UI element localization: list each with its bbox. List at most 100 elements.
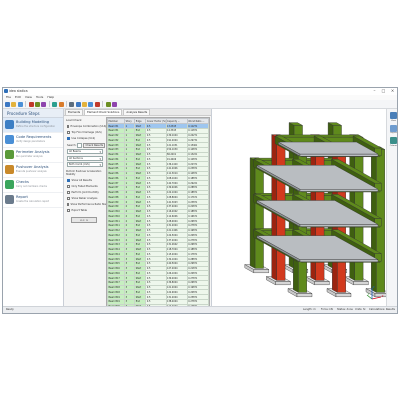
3d-viewport[interactable]: X YZ xyxy=(212,109,391,309)
view-3d-icon[interactable] xyxy=(390,112,397,119)
minimize-icon[interactable]: – xyxy=(372,89,377,93)
axis-label: Y xyxy=(368,292,370,296)
checkbox-label: Show Rebar Analysis xyxy=(71,196,98,200)
option-checkbox[interactable]: Use Collapse (ULS) xyxy=(67,135,105,141)
axis-line xyxy=(371,296,382,300)
checkbox-icon[interactable] xyxy=(67,190,70,194)
step-icon xyxy=(5,165,14,174)
procedure-step[interactable]: Code Requirements Verify design parameter… xyxy=(3,133,63,148)
options-panel: Load Check Envelope Combination (ULS) Top… xyxy=(65,117,109,313)
close-icon[interactable]: × xyxy=(390,89,395,93)
step-title: Checks xyxy=(16,180,29,184)
footing[interactable] xyxy=(253,269,269,274)
slab[interactable] xyxy=(299,224,379,227)
report-icon[interactable] xyxy=(94,101,100,107)
open-icon[interactable] xyxy=(11,101,17,107)
checkbox-icon[interactable] xyxy=(67,208,70,212)
procedure-step[interactable]: Report Create the calculation report xyxy=(3,193,63,208)
redo-icon[interactable] xyxy=(58,101,64,107)
maximize-icon[interactable]: □ xyxy=(381,89,386,93)
column[interactable] xyxy=(254,160,264,269)
search-label: Search: xyxy=(67,143,77,147)
search-input[interactable] xyxy=(77,142,83,148)
loads-icon[interactable] xyxy=(75,101,81,107)
status-bar: Ready Length: m Force: kN Status: done U… xyxy=(3,306,397,313)
axis-label: X xyxy=(382,294,384,298)
step-title: Report xyxy=(16,195,28,199)
slab[interactable] xyxy=(299,189,379,192)
checkbox-label: Only Failed Elements xyxy=(71,184,98,188)
slab[interactable] xyxy=(299,153,379,157)
window-controls: – □ × xyxy=(372,89,395,93)
results-icon[interactable] xyxy=(88,101,94,107)
step-subtitle: Execute pushover analysis xyxy=(16,170,47,173)
checkbox-icon[interactable] xyxy=(67,136,70,140)
status-units: Units: SI xyxy=(355,308,366,312)
footing[interactable] xyxy=(353,281,369,286)
procedure-step[interactable]: Checks Carry out members checks xyxy=(3,178,63,193)
tab-analysis-results[interactable]: Analysis Results xyxy=(123,109,151,115)
checkbox-label: Export Table xyxy=(71,208,87,212)
combination-select[interactable]: Both Comb (ULS) xyxy=(67,162,103,167)
step-icon xyxy=(5,120,14,129)
procedure-step[interactable]: Building Modelling Define the structure c… xyxy=(3,118,63,133)
right-tool-label: Layers xyxy=(390,132,397,134)
footing[interactable] xyxy=(275,281,291,286)
status-calculations: Calculations: Results xyxy=(369,308,395,312)
check-results-button[interactable]: Check Results xyxy=(83,142,105,148)
checkbox-icon[interactable] xyxy=(67,202,69,206)
help-icon[interactable] xyxy=(112,101,118,107)
footing[interactable] xyxy=(374,293,391,298)
procedure-step[interactable]: Perimeter Analysis Run perimeter analysis xyxy=(3,148,63,163)
window-title: idea statica xyxy=(9,89,28,93)
checkbox-icon[interactable] xyxy=(67,196,70,200)
option-checkbox[interactable]: Export Table xyxy=(67,207,105,213)
palette-icon[interactable] xyxy=(390,137,397,144)
toolbar xyxy=(3,100,397,109)
procedure-panel: Procedure Steps Building Modelling Define… xyxy=(3,109,64,313)
procedure-step[interactable]: Pushover Analysis Execute pushover analys… xyxy=(3,163,63,178)
structure-model[interactable]: X YZ xyxy=(212,109,391,309)
step-subtitle: Verify design parameters xyxy=(16,140,45,143)
checkbox-icon[interactable] xyxy=(67,184,70,188)
model-icon[interactable] xyxy=(69,101,75,107)
cut-icon[interactable] xyxy=(28,101,34,107)
footing[interactable] xyxy=(296,293,313,298)
settings-icon[interactable] xyxy=(105,101,111,107)
checkbox-label: Perform Joint Ductility xyxy=(71,190,99,194)
step-title: Code Requirements xyxy=(16,135,52,139)
layers-icon[interactable] xyxy=(390,124,397,132)
column[interactable] xyxy=(249,157,256,269)
tab-elements[interactable]: Elements xyxy=(65,109,84,115)
center-tabs: Elements Element Check Solutions Analysi… xyxy=(64,109,211,116)
step-icon xyxy=(5,195,14,204)
toolbar-separator xyxy=(48,101,50,107)
step-title: Perimeter Analysis xyxy=(16,150,50,154)
slab[interactable] xyxy=(299,259,379,263)
footing[interactable] xyxy=(314,281,330,286)
run-check-button[interactable]: << > xyxy=(71,217,97,223)
status-ready: Ready xyxy=(6,308,14,312)
step-subtitle: Run perimeter analysis xyxy=(16,155,43,158)
results-table: Member Story Edge Cover Factor (%) Capac… xyxy=(106,117,210,313)
step-subtitle: Define the structure configuration xyxy=(16,125,56,128)
tab-element-check[interactable]: Element Check Solutions xyxy=(84,109,123,115)
checkbox-label: Show Performance Ratio Steps xyxy=(70,202,109,206)
checkbox-icon[interactable] xyxy=(67,124,69,128)
paste-icon[interactable] xyxy=(41,101,47,107)
checkbox-icon[interactable] xyxy=(67,130,70,134)
checkbox-icon[interactable] xyxy=(67,178,70,182)
toolbar-separator xyxy=(65,101,67,107)
save-icon[interactable] xyxy=(17,101,23,107)
member-type-select[interactable]: All Beams xyxy=(67,149,103,154)
section-select[interactable]: All Sections xyxy=(67,155,103,161)
status-length: Length: m xyxy=(303,308,316,312)
new-icon[interactable] xyxy=(5,101,10,107)
load-check-options: Envelope Combination (ULS) Top Floor Dama… xyxy=(65,123,106,141)
copy-icon[interactable] xyxy=(34,101,40,107)
footing[interactable] xyxy=(335,293,352,298)
filter-options: Show All Results Only Failed Elements Perf… xyxy=(65,177,109,213)
application-window: idea statica – □ × File Edit View Tools … xyxy=(2,87,398,314)
undo-icon[interactable] xyxy=(52,101,58,107)
analysis-icon[interactable] xyxy=(82,101,88,107)
